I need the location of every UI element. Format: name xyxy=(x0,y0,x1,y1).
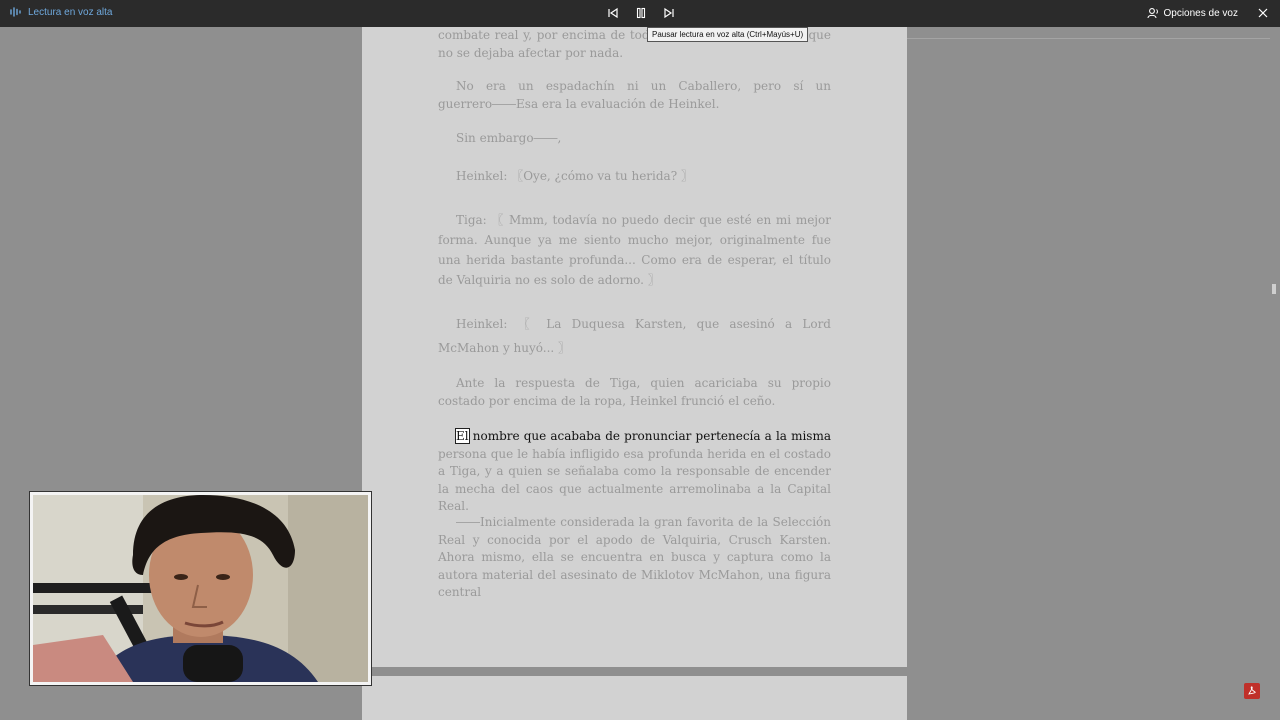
read-aloud-title: Lectura en voz alta xyxy=(28,6,113,18)
next-paragraph-button[interactable] xyxy=(660,5,678,21)
playback-controls xyxy=(604,5,678,21)
current-line-text: nombre que acababa de pronunciar pertene… xyxy=(468,429,831,443)
pdf-app-icon[interactable] xyxy=(1244,683,1260,699)
read-aloud-toolbar: Lectura en voz alta Opciones de voz xyxy=(0,0,1280,27)
read-aloud-indicator: Lectura en voz alta xyxy=(10,6,113,18)
paragraph-3: Sin embargo――, xyxy=(456,131,562,145)
close-icon xyxy=(1258,8,1268,18)
webcam-overlay xyxy=(30,492,371,685)
paragraph-2: No era un espadachín ni un Caballero, pe… xyxy=(438,79,831,111)
voice-options-label: Opciones de voz xyxy=(1163,7,1239,19)
paragraph-7: Ante la respuesta de Tiga, quien acarici… xyxy=(438,376,831,408)
vertical-scrollbar-thumb[interactable] xyxy=(1272,284,1276,294)
voice-options-button[interactable]: Opciones de voz xyxy=(1146,7,1239,19)
audio-wave-icon xyxy=(10,7,21,17)
skip-next-icon xyxy=(664,7,674,19)
toolbar-shadow-line xyxy=(907,38,1270,39)
active-paragraph-remainder: persona que le había infligido esa profu… xyxy=(438,446,831,514)
webcam-person-image xyxy=(33,495,368,682)
next-document-page xyxy=(362,676,907,720)
toolbar-right: Opciones de voz xyxy=(1146,5,1271,21)
pause-tooltip: Pausar lectura en voz alta (Ctrl+Mayús+U… xyxy=(647,27,809,42)
pause-button[interactable] xyxy=(632,5,650,21)
skip-previous-icon xyxy=(608,7,618,19)
previous-paragraph-button[interactable] xyxy=(604,5,622,21)
current-word-highlight: El xyxy=(455,428,470,444)
paragraph-6: Heinkel: 〖 La Duquesa Karsten, que asesi… xyxy=(438,317,831,355)
document-page: combate real y, por encima de todo, de l… xyxy=(362,27,907,667)
voice-person-icon xyxy=(1146,8,1158,19)
pause-icon xyxy=(636,7,646,19)
paragraph-active: El nombre que acababa de pronunciar pert… xyxy=(438,428,831,516)
paragraph-4: Heinkel: 〖Oye, ¿cómo va tu herida? 〗 xyxy=(456,169,693,183)
pdf-icon xyxy=(1248,686,1256,695)
close-read-aloud-button[interactable] xyxy=(1256,5,1270,21)
paragraph-5: Tiga: 〖 Mmm, todavía no puedo decir que … xyxy=(438,213,831,287)
paragraph-9: ――Inicialmente considerada la gran favor… xyxy=(438,515,831,599)
